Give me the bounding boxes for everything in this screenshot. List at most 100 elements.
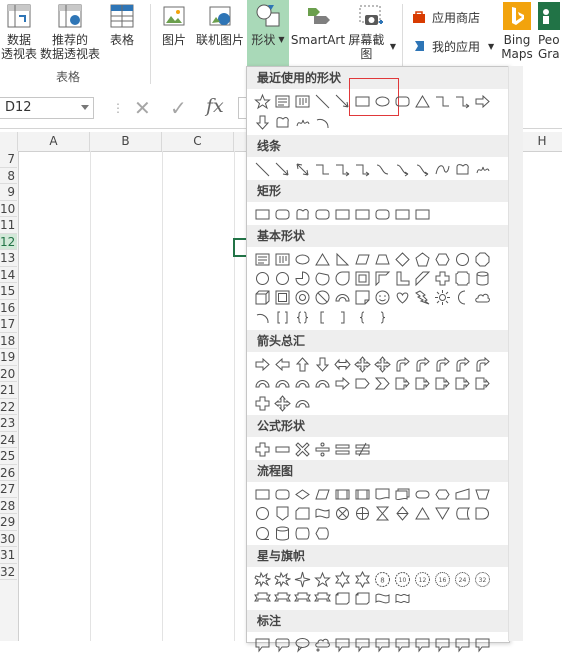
chevron-shape-icon[interactable] — [372, 373, 392, 393]
frame-icon[interactable] — [352, 268, 372, 288]
flow-summing-icon[interactable] — [332, 503, 352, 523]
cross-icon[interactable] — [432, 268, 452, 288]
flow-process-icon[interactable] — [252, 484, 272, 504]
textbox-icon[interactable] — [252, 249, 272, 269]
cylinder-icon[interactable] — [472, 268, 492, 288]
flow-predefined-icon[interactable] — [352, 484, 372, 504]
online-pictures-button[interactable]: 联机图片 — [194, 0, 246, 47]
flow-card-icon[interactable] — [292, 503, 312, 523]
flow-punched-tape-icon[interactable] — [312, 503, 332, 523]
flow-data-icon[interactable] — [312, 484, 332, 504]
vtextbox-icon[interactable] — [292, 91, 312, 111]
callout-rect-icon[interactable] — [372, 634, 392, 654]
banner-wave-icon[interactable] — [372, 588, 392, 608]
rect-icon[interactable] — [392, 204, 412, 224]
callout-rect-icon[interactable] — [472, 634, 492, 654]
plaque-icon[interactable] — [452, 268, 472, 288]
flow-or-icon[interactable] — [352, 503, 372, 523]
line-icon[interactable] — [312, 91, 332, 111]
arrow-down-icon[interactable] — [252, 112, 272, 132]
multiply-icon[interactable] — [292, 439, 312, 459]
heart-icon[interactable] — [392, 287, 412, 307]
callout-rect-icon[interactable] — [392, 634, 412, 654]
l-shape-icon[interactable] — [392, 268, 412, 288]
callout-arrow-icon[interactable] — [472, 373, 492, 393]
vtextbox-icon[interactable] — [272, 249, 292, 269]
half-frame-icon[interactable] — [372, 268, 392, 288]
circle-num-icon[interactable] — [272, 268, 292, 288]
flow-multidoc-icon[interactable] — [392, 484, 412, 504]
block-arc-icon[interactable] — [292, 373, 312, 393]
rect-icon[interactable] — [352, 204, 372, 224]
flow-connector-icon[interactable] — [252, 503, 272, 523]
row-header[interactable]: 9 — [0, 184, 17, 201]
pivottable-button[interactable]: 数据 透视表 — [0, 0, 38, 61]
elbow-arrow-icon[interactable] — [352, 159, 372, 179]
octagon-icon[interactable] — [472, 249, 492, 269]
round-rect-icon[interactable] — [392, 91, 412, 111]
people-graph-button[interactable]: Peo Gra — [538, 0, 562, 61]
row-header[interactable]: 32 — [0, 564, 17, 580]
star6-icon[interactable] — [332, 569, 352, 589]
row-header[interactable]: 11 — [0, 217, 17, 234]
flow-manual-op-icon[interactable] — [472, 484, 492, 504]
rect-icon[interactable] — [332, 204, 352, 224]
hexagon-icon[interactable] — [432, 249, 452, 269]
sun-icon[interactable] — [432, 287, 452, 307]
rect-icon[interactable] — [252, 204, 272, 224]
cloud-icon[interactable] — [472, 287, 492, 307]
callout-rect-icon[interactable] — [352, 634, 372, 654]
ribbon-icon[interactable] — [252, 588, 272, 608]
row-header[interactable]: 18 — [0, 333, 17, 349]
shape-blob-icon[interactable] — [292, 204, 312, 224]
teardrop-icon[interactable] — [332, 268, 352, 288]
block-arc-icon[interactable] — [272, 373, 292, 393]
arc-icon[interactable] — [312, 112, 332, 132]
star24-icon[interactable]: 24 — [452, 569, 472, 589]
column-header[interactable]: A — [18, 132, 90, 151]
store-button[interactable]: 应用商店 — [412, 6, 480, 28]
row-header[interactable]: 29 — [0, 514, 17, 531]
right-tri-icon[interactable] — [332, 249, 352, 269]
double-wave-icon[interactable] — [392, 588, 412, 608]
equal-icon[interactable] — [332, 439, 352, 459]
flow-terminator-icon[interactable] — [412, 484, 432, 504]
row-header[interactable]: 22 — [0, 399, 17, 415]
parallelogram-icon[interactable] — [352, 249, 372, 269]
star8-icon[interactable]: 8 — [372, 569, 392, 589]
bing-maps-button[interactable]: Bing Maps — [500, 0, 534, 61]
arrow-down-icon[interactable] — [312, 354, 332, 374]
pentagon-arrow-icon[interactable] — [352, 373, 372, 393]
arrow-right-icon[interactable] — [332, 373, 352, 393]
star16-icon[interactable]: 16 — [432, 569, 452, 589]
callout-rect-icon[interactable] — [452, 634, 472, 654]
arrow-line-icon[interactable] — [332, 91, 352, 111]
flow-alt-icon[interactable] — [272, 484, 292, 504]
row-header[interactable]: 16 — [0, 300, 17, 316]
callout-rect-icon[interactable] — [432, 634, 452, 654]
pie-icon[interactable] — [292, 268, 312, 288]
plus-icon[interactable] — [252, 439, 272, 459]
flow-display-icon[interactable] — [312, 523, 332, 543]
flow-seq-access-icon[interactable] — [252, 523, 272, 543]
flow-stored-data-icon[interactable] — [452, 503, 472, 523]
elbow-arrow-icon[interactable] — [332, 159, 352, 179]
table-button[interactable]: 表格 — [104, 0, 140, 47]
folded-corner-icon[interactable] — [352, 287, 372, 307]
row-header[interactable]: 15 — [0, 283, 17, 300]
cancel-icon[interactable]: ✕ — [134, 96, 151, 120]
no-symbol-icon[interactable] — [312, 287, 332, 307]
column-header[interactable]: B — [90, 132, 162, 151]
rect-icon[interactable] — [412, 204, 432, 224]
row-header[interactable]: 27 — [0, 481, 17, 498]
flow-delay-icon[interactable] — [472, 503, 492, 523]
row-header[interactable]: 25 — [0, 448, 17, 465]
block-arc-icon[interactable] — [312, 373, 332, 393]
check-icon[interactable]: ✓ — [170, 96, 187, 120]
ribbon-icon[interactable] — [292, 588, 312, 608]
block-arc-icon[interactable] — [252, 373, 272, 393]
select-all-corner[interactable] — [0, 132, 18, 151]
bracket-icon[interactable] — [272, 307, 292, 327]
scroll-icon[interactable] — [352, 588, 372, 608]
elbow-icon[interactable] — [432, 91, 452, 111]
